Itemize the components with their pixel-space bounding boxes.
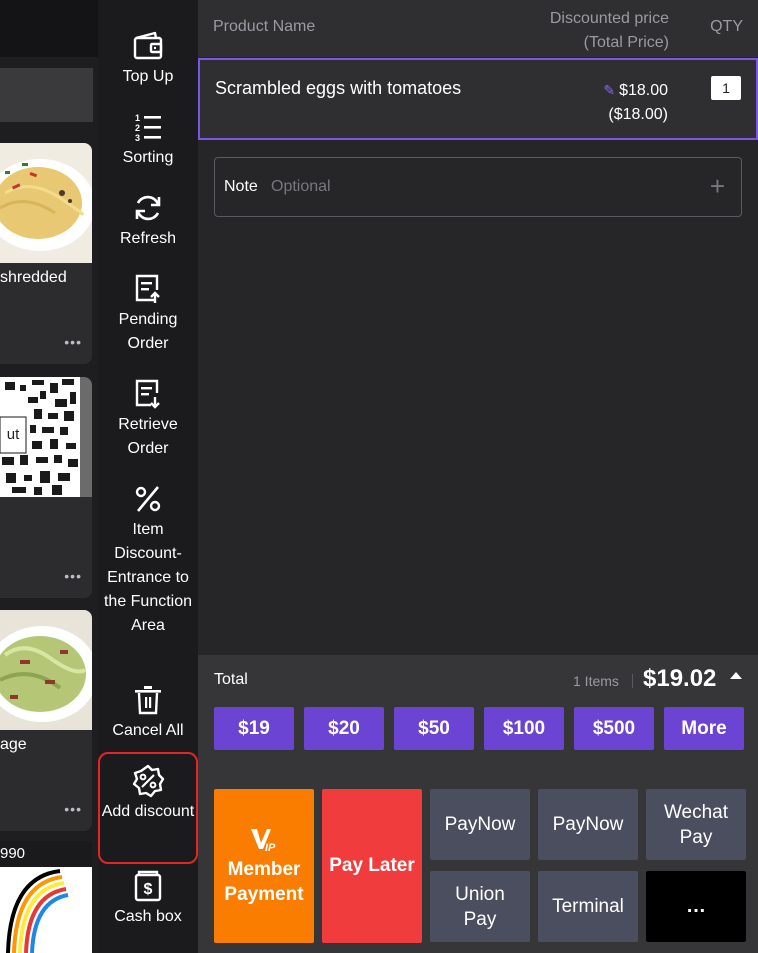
- checkout-panel: Total 1 Items $19.02 $19 $20 $50 $100 $5…: [198, 655, 758, 953]
- caret-up-icon[interactable]: [730, 672, 742, 679]
- cart-item-qty[interactable]: 1: [711, 76, 741, 100]
- header-price: Discounted price (Total Price): [550, 7, 669, 55]
- add-discount-label: Add discount: [101, 803, 195, 820]
- cash-box-icon: $: [134, 870, 162, 902]
- product-card[interactable]: shredded •••: [0, 143, 92, 364]
- cash-box-label: Cash box: [114, 908, 182, 925]
- member-payment-button[interactable]: IP Member Payment: [214, 789, 314, 943]
- cart-item-total-price: ($18.00): [608, 106, 668, 123]
- rainbow-graphic: [0, 867, 92, 953]
- product-name: age: [0, 736, 27, 753]
- product-image: [0, 610, 92, 730]
- item-discount-button[interactable]: Item Discount-Entrance to the Function A…: [98, 482, 198, 638]
- total-label: Total: [214, 671, 248, 688]
- discount-badge-icon: [132, 764, 165, 798]
- cancel-all-button[interactable]: Cancel All: [98, 683, 198, 743]
- svg-text:IP: IP: [265, 842, 276, 853]
- sorted-list-icon: 1 2 3: [135, 113, 161, 143]
- sorting-label: Sorting: [122, 149, 174, 166]
- union-pay-button[interactable]: Union Pay: [430, 871, 530, 942]
- product-code-label: 990: [0, 841, 92, 867]
- pending-order-button[interactable]: Pending Order: [98, 272, 198, 356]
- cart-item-price[interactable]: ✎ $18.00 ($18.00): [603, 78, 668, 127]
- edit-pencil-icon[interactable]: ✎: [603, 82, 615, 98]
- total-amount: $19.02: [643, 665, 717, 692]
- top-up-button[interactable]: Top Up: [98, 29, 198, 89]
- quick-amount-button[interactable]: $50: [394, 707, 474, 750]
- trash-icon: [135, 686, 161, 715]
- item-discount-label: Item Discount-Entrance to the Function A…: [103, 521, 193, 634]
- more-amounts-button[interactable]: More: [664, 707, 744, 750]
- top-up-label: Top Up: [122, 68, 174, 85]
- cash-box-button[interactable]: $ Cash box: [98, 869, 198, 929]
- retrieve-order-icon: [135, 379, 160, 409]
- paynow-button[interactable]: PayNow: [538, 789, 638, 860]
- more-options-icon[interactable]: •••: [64, 568, 82, 584]
- retrieve-order-label: Retrieve Order: [118, 416, 178, 457]
- refresh-button[interactable]: Refresh: [98, 191, 198, 251]
- quick-amount-button[interactable]: $500: [574, 707, 654, 750]
- cart-header: Product Name Discounted price (Total Pri…: [198, 0, 758, 57]
- cart-item-row[interactable]: Scrambled eggs with tomatoes ✎ $18.00 ($1…: [198, 58, 758, 140]
- quick-amount-button[interactable]: $100: [484, 707, 564, 750]
- svg-text:2: 2: [135, 123, 140, 133]
- product-image: [0, 143, 92, 263]
- vip-icon: IP: [251, 829, 276, 853]
- more-options-icon[interactable]: •••: [64, 334, 82, 350]
- cart-panel: Product Name Discounted price (Total Pri…: [198, 0, 758, 953]
- product-panel: shredded ••• ut ••• age ••• 990: [0, 0, 98, 953]
- header-product-name: Product Name: [213, 18, 316, 35]
- pending-order-icon: [135, 274, 160, 303]
- sorting-button[interactable]: 1 2 3 Sorting: [98, 110, 198, 170]
- wallet-icon: [133, 31, 163, 60]
- header-price-line2: (Total Price): [583, 34, 669, 51]
- more-options-icon[interactable]: •••: [64, 801, 82, 817]
- divider: [632, 674, 633, 688]
- product-image[interactable]: [0, 867, 92, 953]
- qr-overlay-text: ut: [6, 426, 20, 443]
- note-field[interactable]: Note Optional +: [214, 157, 742, 217]
- refresh-label: Refresh: [119, 230, 177, 247]
- cart-item-name: Scrambled eggs with tomatoes: [215, 78, 462, 98]
- add-discount-button[interactable]: Add discount: [98, 752, 198, 864]
- svg-text:1: 1: [135, 113, 140, 123]
- svg-text:3: 3: [135, 133, 140, 143]
- retrieve-order-button[interactable]: Retrieve Order: [98, 377, 198, 461]
- cancel-all-label: Cancel All: [112, 722, 184, 739]
- svg-text:$: $: [144, 881, 153, 898]
- member-payment-label: Member Payment: [224, 859, 304, 905]
- pay-later-button[interactable]: Pay Later: [322, 789, 422, 943]
- quick-amount-button[interactable]: $20: [304, 707, 384, 750]
- quick-amount-button[interactable]: $19: [214, 707, 294, 750]
- cart-item-unit-price: $18.00: [619, 82, 668, 99]
- refresh-icon: [135, 195, 161, 221]
- paynow-button[interactable]: PayNow: [430, 789, 530, 860]
- note-placeholder: Optional: [271, 178, 331, 195]
- header-price-line1: Discounted price: [549, 10, 669, 27]
- terminal-button[interactable]: Terminal: [538, 871, 638, 942]
- items-count: 1 Items: [573, 673, 619, 689]
- note-label: Note: [224, 178, 258, 195]
- product-name: shredded: [0, 269, 67, 286]
- percent-icon: [135, 486, 161, 512]
- product-card[interactable]: age •••: [0, 610, 92, 831]
- pending-order-label: Pending Order: [118, 311, 178, 352]
- more-payments-button[interactable]: …: [646, 871, 746, 942]
- add-note-icon[interactable]: +: [710, 172, 725, 200]
- product-panel-topbar: [0, 0, 98, 57]
- function-column: Top Up 1 2 3 Sorting Refresh Pending Ord…: [98, 0, 198, 953]
- wechat-pay-button[interactable]: Wechat Pay: [646, 789, 746, 860]
- product-card[interactable]: ut •••: [0, 377, 92, 598]
- header-qty: QTY: [710, 18, 743, 35]
- category-strip[interactable]: [0, 68, 93, 122]
